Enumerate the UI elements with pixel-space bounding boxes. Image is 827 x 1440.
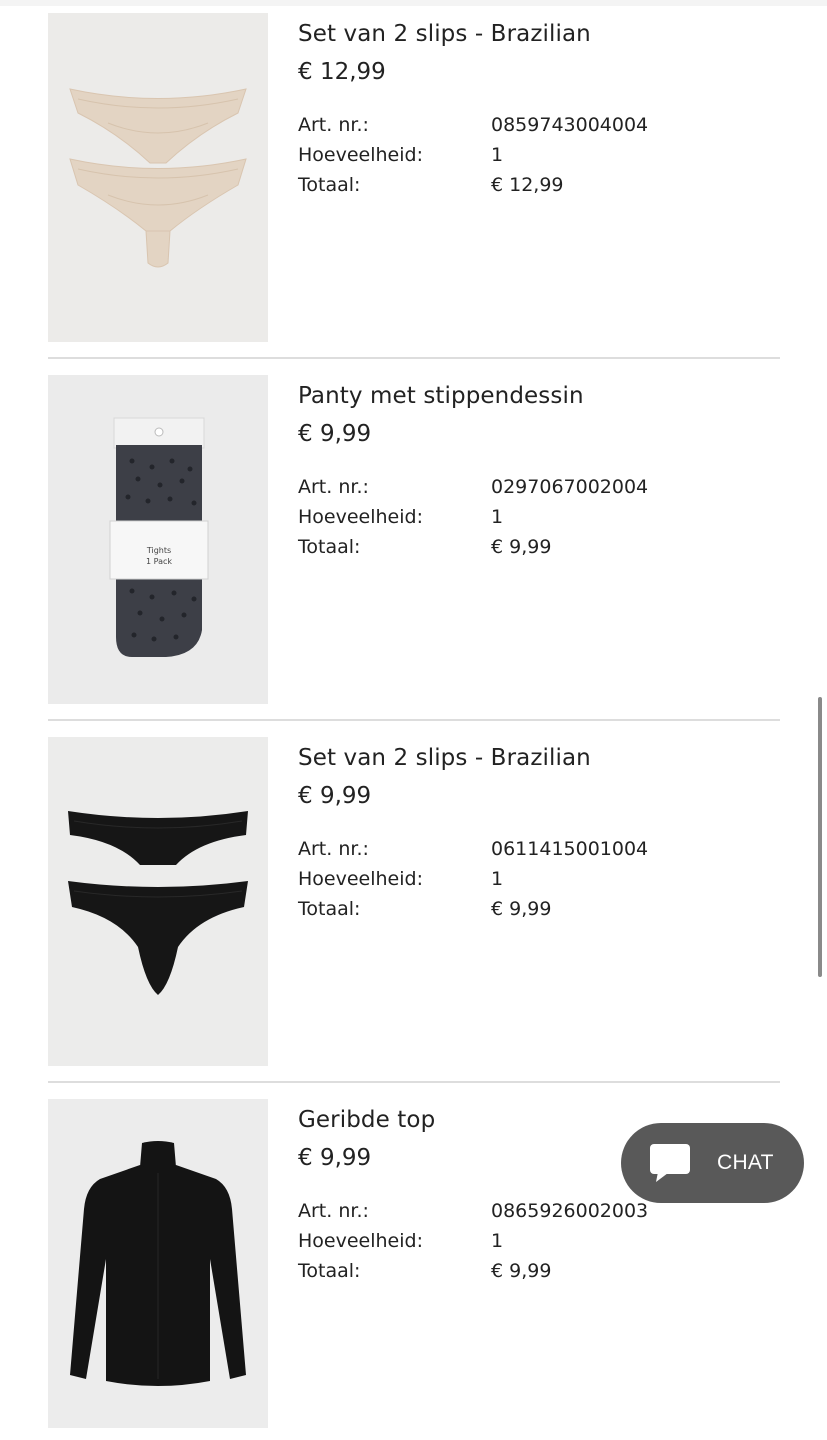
quantity-value: 1	[491, 1230, 504, 1252]
product-image[interactable]	[48, 737, 268, 1066]
quantity-value: 1	[491, 868, 504, 890]
total-value: € 9,99	[491, 1260, 552, 1282]
chat-button[interactable]: CHAT	[621, 1123, 804, 1203]
item-divider	[48, 357, 780, 359]
article-number-value: 0859743004004	[491, 114, 649, 136]
product-price: € 12,99	[298, 59, 386, 85]
quantity-label: Hoeveelheid:	[298, 1230, 423, 1252]
top-bar	[0, 0, 827, 6]
total-value: € 9,99	[491, 898, 552, 920]
total-label: Totaal:	[298, 898, 361, 920]
pack-label-line1: Tights	[146, 546, 171, 555]
article-number-row: Art. nr.: 0859743004004	[298, 110, 778, 140]
quantity-value: 1	[491, 506, 504, 528]
total-row: Totaal: € 9,99	[298, 894, 778, 924]
product-image[interactable]: Tights 1 Pack	[48, 375, 268, 704]
order-item: Set van 2 slips - Brazilian € 9,99 Art. …	[48, 737, 780, 1066]
quantity-row: Hoeveelheid: 1	[298, 502, 778, 532]
quantity-row: Hoeveelheid: 1	[298, 1226, 778, 1256]
total-row: Totaal: € 12,99	[298, 170, 778, 200]
quantity-label: Hoeveelheid:	[298, 506, 423, 528]
total-row: Totaal: € 9,99	[298, 532, 778, 562]
product-name[interactable]: Panty met stippendessin	[298, 380, 778, 412]
total-label: Totaal:	[298, 536, 361, 558]
article-number-value: 0297067002004	[491, 476, 649, 498]
product-name[interactable]: Set van 2 slips - Brazilian	[298, 742, 778, 774]
scrollbar[interactable]	[818, 697, 822, 977]
quantity-label: Hoeveelheid:	[298, 868, 423, 890]
article-number-label: Art. nr.:	[298, 476, 369, 498]
total-value: € 12,99	[491, 174, 564, 196]
quantity-row: Hoeveelheid: 1	[298, 864, 778, 894]
total-row: Totaal: € 9,99	[298, 1256, 778, 1286]
order-item: Set van 2 slips - Brazilian € 12,99 Art.…	[48, 13, 780, 342]
article-number-label: Art. nr.:	[298, 114, 369, 136]
total-value: € 9,99	[491, 536, 552, 558]
article-number-label: Art. nr.:	[298, 838, 369, 860]
total-label: Totaal:	[298, 1260, 361, 1282]
quantity-row: Hoeveelheid: 1	[298, 140, 778, 170]
total-label: Totaal:	[298, 174, 361, 196]
product-price: € 9,99	[298, 783, 372, 809]
product-image[interactable]	[48, 1099, 268, 1428]
article-number-value: 0865926002003	[491, 1200, 649, 1222]
article-number-value: 0611415001004	[491, 838, 649, 860]
chat-bubble-icon	[649, 1143, 693, 1183]
item-divider	[48, 719, 780, 721]
product-name[interactable]: Set van 2 slips - Brazilian	[298, 18, 778, 50]
pack-label-line2: 1 Pack	[146, 557, 172, 566]
quantity-value: 1	[491, 144, 504, 166]
quantity-label: Hoeveelheid:	[298, 144, 423, 166]
article-number-row: Art. nr.: 0297067002004	[298, 472, 778, 502]
item-divider	[48, 1081, 780, 1083]
article-number-label: Art. nr.:	[298, 1200, 369, 1222]
chat-label: CHAT	[717, 1151, 774, 1174]
product-price: € 9,99	[298, 421, 372, 447]
product-image[interactable]	[48, 13, 268, 342]
order-item: Tights 1 Pack Panty met stippendessin € …	[48, 375, 780, 704]
article-number-row: Art. nr.: 0611415001004	[298, 834, 778, 864]
